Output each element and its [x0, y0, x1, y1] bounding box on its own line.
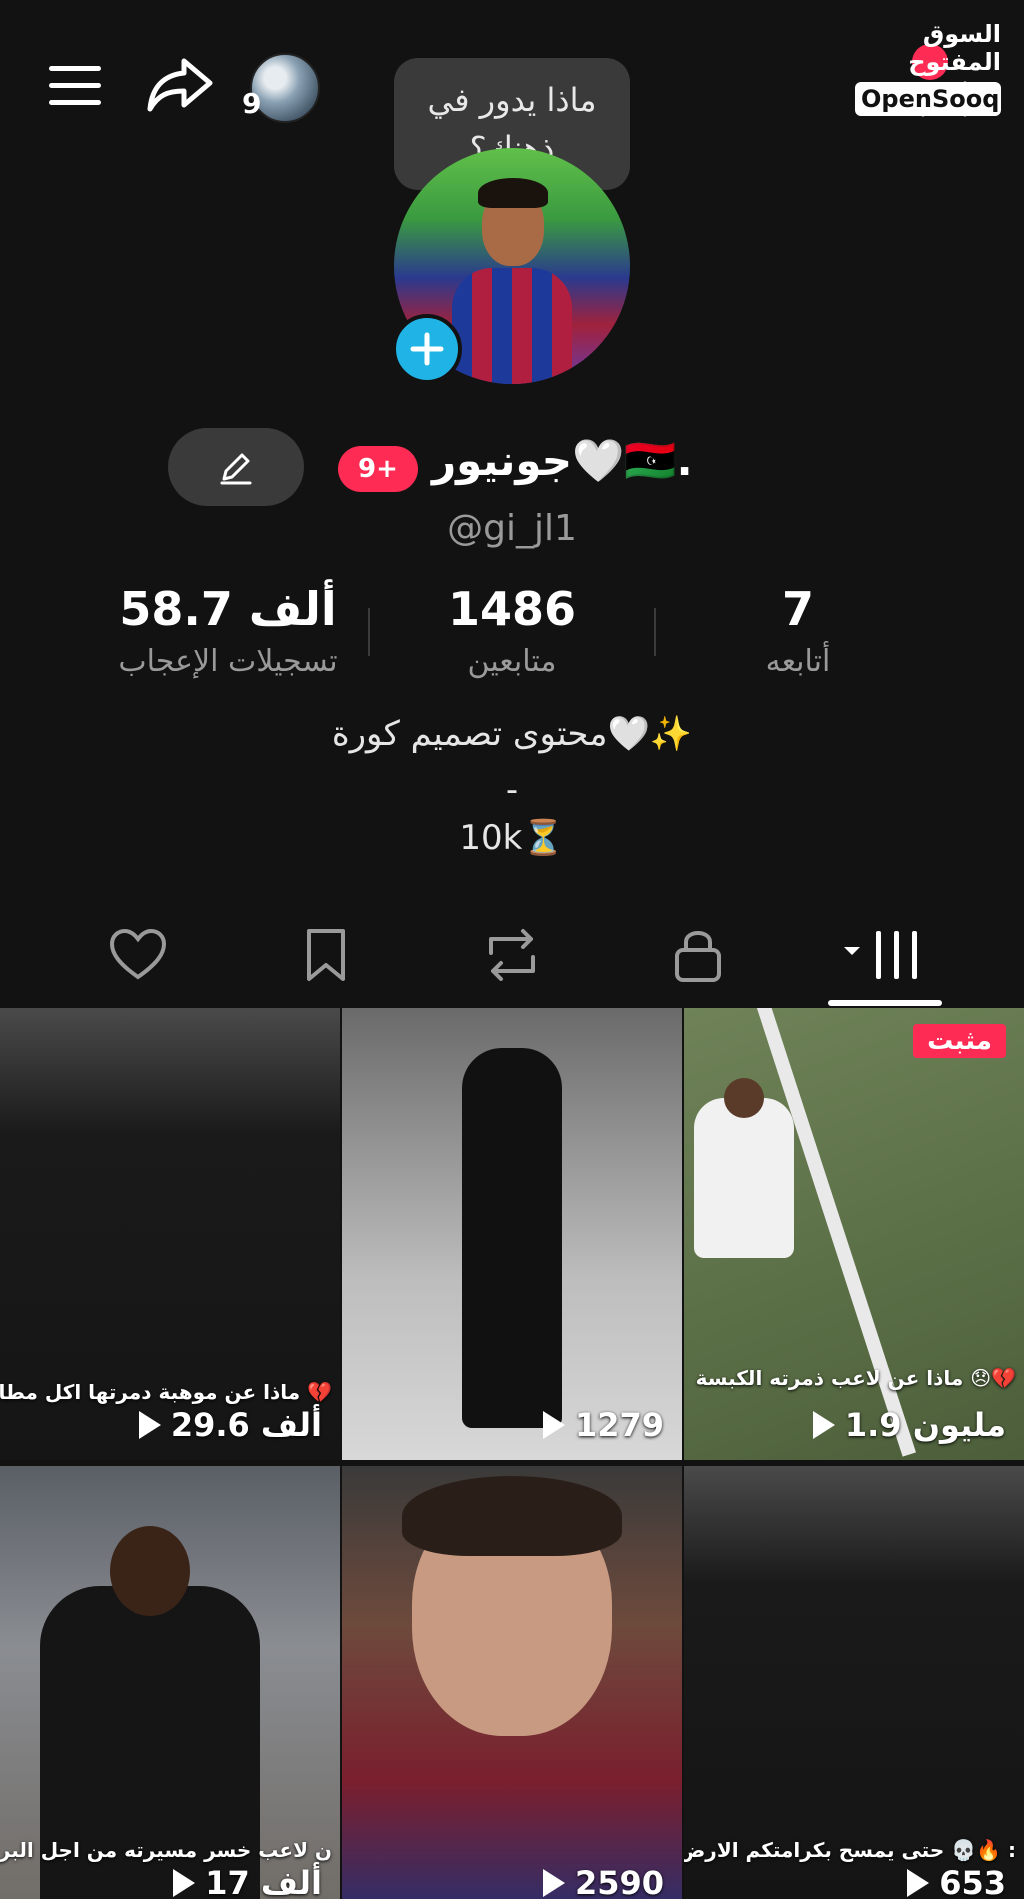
likes-stat[interactable]: 58.7 ألف تسجيلات الإعجاب	[108, 582, 348, 679]
video-caption: ماذا عن لاعب ذمرته الكبسة 😞💔	[695, 1366, 1016, 1390]
notification-badge[interactable]: 9+	[338, 446, 418, 492]
video-thumbnail[interactable]: ن لاعب خسر مسيرته من اجل البرجر 17 ألف	[0, 1466, 340, 1899]
repost-icon	[489, 929, 535, 981]
logo-arabic: السوق المفتوح	[908, 20, 1001, 76]
video-thumbnail[interactable]: 2590	[342, 1466, 682, 1899]
tab-saved[interactable]	[276, 920, 376, 990]
play-icon	[542, 1869, 565, 1897]
tab-videos[interactable]	[834, 920, 934, 990]
stat-divider	[654, 608, 656, 656]
view-count: 2590	[542, 1864, 664, 1899]
lock-icon	[675, 931, 721, 982]
pinned-label: مثبت	[913, 1024, 1006, 1058]
view-count-value: 29.6 ألف	[170, 1406, 322, 1444]
bio-line-2: -	[505, 770, 519, 810]
logo-english: OpenSooq	[855, 82, 1001, 116]
video-caption: حتى يمسح بكرامتكم الارض 💀🔥 :	[684, 1838, 1016, 1862]
play-icon	[542, 1411, 565, 1439]
following-count: 7	[781, 582, 814, 636]
avatar-hair	[478, 178, 548, 208]
video-caption: ن لاعب خسر مسيرته من اجل البرجر	[0, 1838, 332, 1862]
player-hair	[402, 1476, 622, 1556]
stat-divider	[368, 608, 370, 656]
player-head	[724, 1078, 764, 1118]
likes-count: 58.7 ألف	[119, 582, 337, 636]
menu-icon[interactable]	[40, 58, 110, 114]
view-count: 29.6 ألف	[138, 1406, 322, 1444]
video-thumbnail[interactable]: حتى يمسح بكرامتكم الارض 💀🔥 : 653	[684, 1466, 1024, 1899]
following-label: أتابعه	[765, 644, 831, 679]
followers-stat[interactable]: 1486 متابعين	[392, 582, 632, 679]
add-story-button[interactable]	[392, 314, 462, 384]
view-count-value: 653	[939, 1864, 1006, 1899]
play-icon	[138, 1411, 161, 1439]
view-count: 1.9 مليون	[812, 1406, 1006, 1444]
view-count: 653	[907, 1864, 1006, 1899]
tab-reposts[interactable]	[462, 920, 562, 990]
video-thumbnail[interactable]: مثبت ماذا عن لاعب ذمرته الكبسة 😞💔 1.9 مل…	[684, 1008, 1024, 1460]
opensooq-watermark: السوق المفتوح OpenSooq	[855, 20, 1001, 116]
profile-tabs	[0, 900, 1024, 1008]
view-count: 1279	[542, 1406, 664, 1444]
story-count: 9	[242, 87, 262, 120]
bookmark-icon	[307, 929, 345, 981]
pencil-icon	[220, 453, 252, 485]
heart-icon	[109, 928, 167, 980]
video-thumbnail[interactable]: ماذا عن موهبة دمرتها اكل مطاعم 💔 29.6 أل…	[0, 1008, 340, 1460]
view-count-value: 17 ألف	[205, 1864, 322, 1899]
view-count-value: 1.9 مليون	[844, 1406, 1006, 1444]
play-icon	[907, 1869, 930, 1897]
person-figure	[462, 1048, 562, 1428]
view-count-value: 2590	[574, 1864, 664, 1899]
stories-button[interactable]: 9	[240, 50, 320, 123]
active-tab-indicator	[828, 1000, 942, 1006]
video-caption: ماذا عن موهبة دمرتها اكل مطاعم 💔	[0, 1380, 332, 1404]
followers-count: 1486	[447, 582, 577, 636]
video-thumbnail[interactable]: 1279	[342, 1008, 682, 1460]
following-stat[interactable]: 7 أتابعه	[678, 582, 918, 679]
play-icon	[812, 1411, 835, 1439]
avatar-shirt	[452, 268, 572, 384]
edit-profile-button[interactable]	[168, 428, 304, 506]
person-head	[110, 1526, 190, 1616]
plus-icon	[410, 332, 444, 366]
player-figure	[694, 1098, 794, 1258]
tab-private[interactable]	[648, 920, 748, 990]
followers-label: متابعين	[467, 644, 557, 679]
view-count-value: 1279	[574, 1406, 664, 1444]
share-icon[interactable]	[140, 50, 220, 120]
bio-line-3: 10k⏳	[459, 818, 565, 858]
likes-label: تسجيلات الإعجاب	[118, 644, 338, 679]
username: @gi_jl1	[447, 508, 577, 549]
bio-line-1: محتوى تصميم كورة🤍✨	[331, 714, 693, 754]
top-bar: 9 ماذا يدور في ذهنك؟ السوق المفتوح OpenS…	[0, 0, 1024, 190]
grid-dropdown-icon	[844, 931, 917, 979]
view-count: 17 ألف	[173, 1864, 322, 1899]
display-name: جونيور🤍🇱🇾.	[432, 436, 693, 485]
tab-liked[interactable]	[88, 920, 188, 990]
play-icon	[173, 1869, 196, 1897]
